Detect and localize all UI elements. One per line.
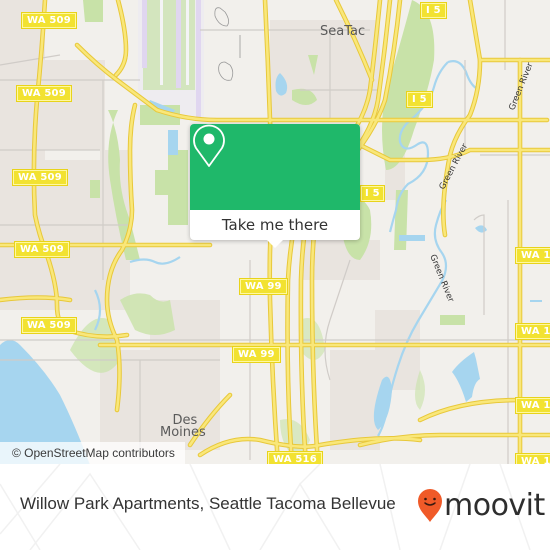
moovit-wordmark: moovit [444,488,545,523]
map-pin-icon [193,124,225,167]
route-shield-i5: I 5 [406,91,433,108]
route-shield-wa18: WA 18 [515,247,550,264]
route-shield-wa509: WA 509 [21,317,77,334]
popup-header [190,124,360,210]
route-shield-wa509: WA 509 [16,85,72,102]
route-shield-wa18: WA 18 [515,397,550,414]
map[interactable]: WA 509 WA 509 WA 509 WA 509 WA 509 I 5 I… [0,0,550,464]
moovit-logo[interactable]: moovit [417,486,545,526]
place-label-des-moines-line2: Moines [160,425,206,440]
take-me-there-button[interactable]: Take me there [190,210,360,240]
route-shield-wa509: WA 509 [14,241,70,258]
location-title: Willow Park Apartments, Seattle Tacoma B… [20,494,396,513]
location-popup: Take me there [190,124,360,248]
map-attribution[interactable]: © OpenStreetMap contributors [0,442,185,464]
route-shield-wa509: WA 509 [21,12,77,29]
route-shield-wa509: WA 509 [12,169,68,186]
place-label-des-moines: Des Moines [160,414,206,439]
popup-tail [266,239,284,248]
route-shield-wa18: WA 18 [515,453,550,464]
footer: Willow Park Apartments, Seattle Tacoma B… [0,464,550,550]
route-shield-i5: I 5 [360,185,385,202]
route-shield-wa99: WA 99 [232,346,281,363]
route-shield-wa99: WA 99 [239,278,288,295]
route-shield-wa18: WA 18 [515,323,550,340]
route-shield-wa516: WA 516 [267,451,323,464]
place-label-seatac: SeaTac [320,24,366,39]
route-shield-i5: I 5 [420,2,447,19]
moovit-smile-pin-icon [418,489,442,522]
